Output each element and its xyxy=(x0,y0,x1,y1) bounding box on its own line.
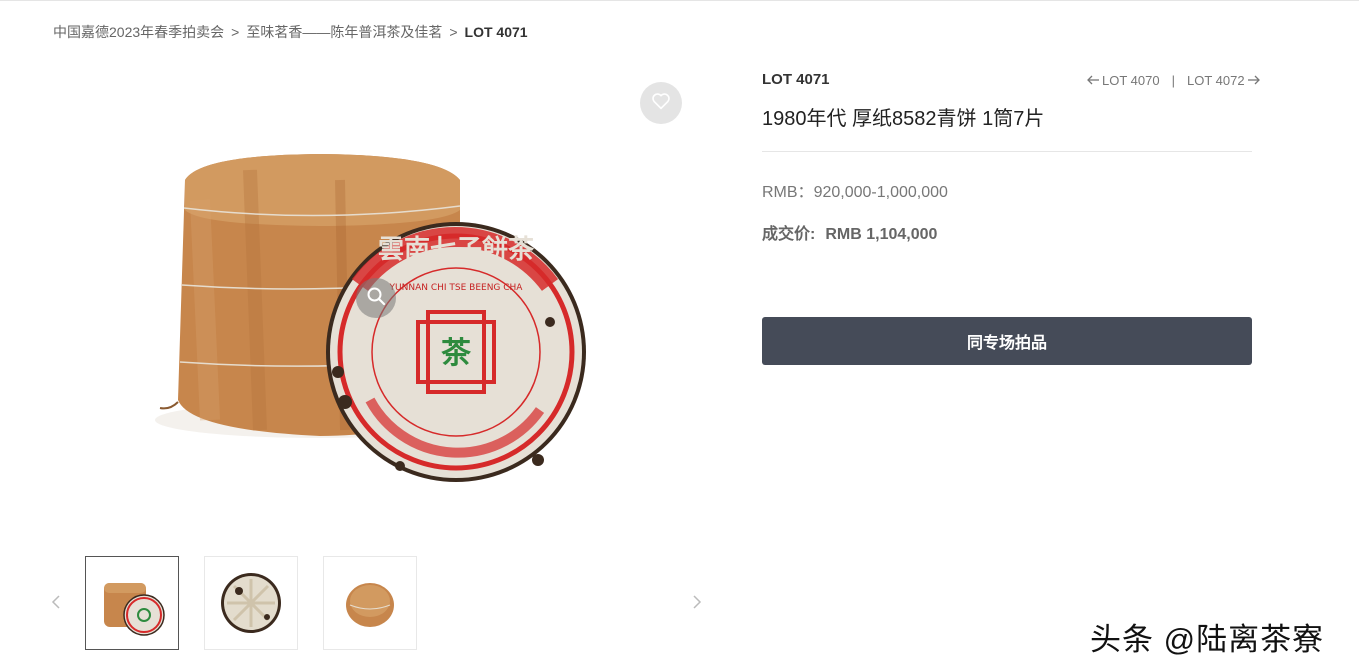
sold-price-label: 成交价: xyxy=(762,226,816,243)
chevron-left-icon xyxy=(51,594,61,615)
next-lot-link[interactable]: LOT 4072 xyxy=(1187,73,1261,88)
lot-number: LOT 4071 xyxy=(762,71,830,88)
favorite-button[interactable] xyxy=(640,82,682,124)
same-session-lots-button[interactable]: 同专场拍品 xyxy=(762,317,1252,365)
estimate-value: 920,000-1,000,000 xyxy=(813,184,948,201)
thumbnail-tong-cake xyxy=(104,583,165,636)
thumb-prev-button[interactable] xyxy=(49,594,63,614)
prev-lot-link[interactable]: LOT 4070 xyxy=(1086,73,1160,88)
chevron-right-icon xyxy=(692,594,702,615)
heart-icon xyxy=(651,92,671,115)
breadcrumb-separator: > xyxy=(231,24,240,40)
zoom-icon xyxy=(366,286,386,311)
info-divider xyxy=(762,151,1252,152)
breadcrumb-current: LOT 4071 xyxy=(464,24,528,40)
zoom-button[interactable] xyxy=(356,278,396,318)
top-divider xyxy=(0,0,1359,1)
breadcrumb-separator: > xyxy=(449,24,458,40)
seal-center-char: 茶 xyxy=(441,336,472,371)
estimate-row: RMB：920,000-1,000,000 xyxy=(762,178,948,202)
thumbnail-tong-top xyxy=(346,583,394,627)
thumbnail-2[interactable] xyxy=(204,556,298,650)
arrow-left-icon xyxy=(1086,73,1100,88)
seal-text: 雲南七子餅茶 xyxy=(378,234,535,265)
sold-price-value: RMB 1,104,000 xyxy=(825,226,938,243)
watermark: 头条 @陆离茶寮 xyxy=(1090,622,1325,657)
thumb-next-button[interactable] xyxy=(690,594,704,614)
estimate-label: RMB： xyxy=(762,184,814,201)
thumbnail-1[interactable] xyxy=(85,556,179,650)
thumbnail-strip xyxy=(85,556,417,650)
breadcrumb: 中国嘉德2023年春季拍卖会 > 至味茗香——陈年普洱茶及佳茗 > LOT 4071 xyxy=(53,22,528,42)
arrow-right-icon xyxy=(1247,73,1261,88)
lot-navigation: LOT 4070 | LOT 4072 xyxy=(1086,73,1261,88)
prev-lot-label: LOT 4070 xyxy=(1102,73,1160,88)
lot-nav-divider: | xyxy=(1171,73,1175,88)
breadcrumb-item-session[interactable]: 至味茗香——陈年普洱茶及佳茗 xyxy=(246,24,442,40)
sold-price-row: 成交价: RMB 1,104,000 xyxy=(762,220,937,244)
tea-cake-image: 雲南七子餅茶 YUNNAN CHI TSE BEENG CHA 茶 xyxy=(326,222,586,482)
thumbnail-3[interactable] xyxy=(323,556,417,650)
next-lot-label: LOT 4072 xyxy=(1186,73,1245,88)
lot-title: 1980年代 厚纸8582青饼 1筒7片 xyxy=(762,108,1045,130)
breadcrumb-item-auction[interactable]: 中国嘉德2023年春季拍卖会 xyxy=(53,24,224,40)
thumbnail-cake-back xyxy=(221,573,281,633)
seal-latin: YUNNAN CHI TSE BEENG CHA xyxy=(389,283,524,293)
